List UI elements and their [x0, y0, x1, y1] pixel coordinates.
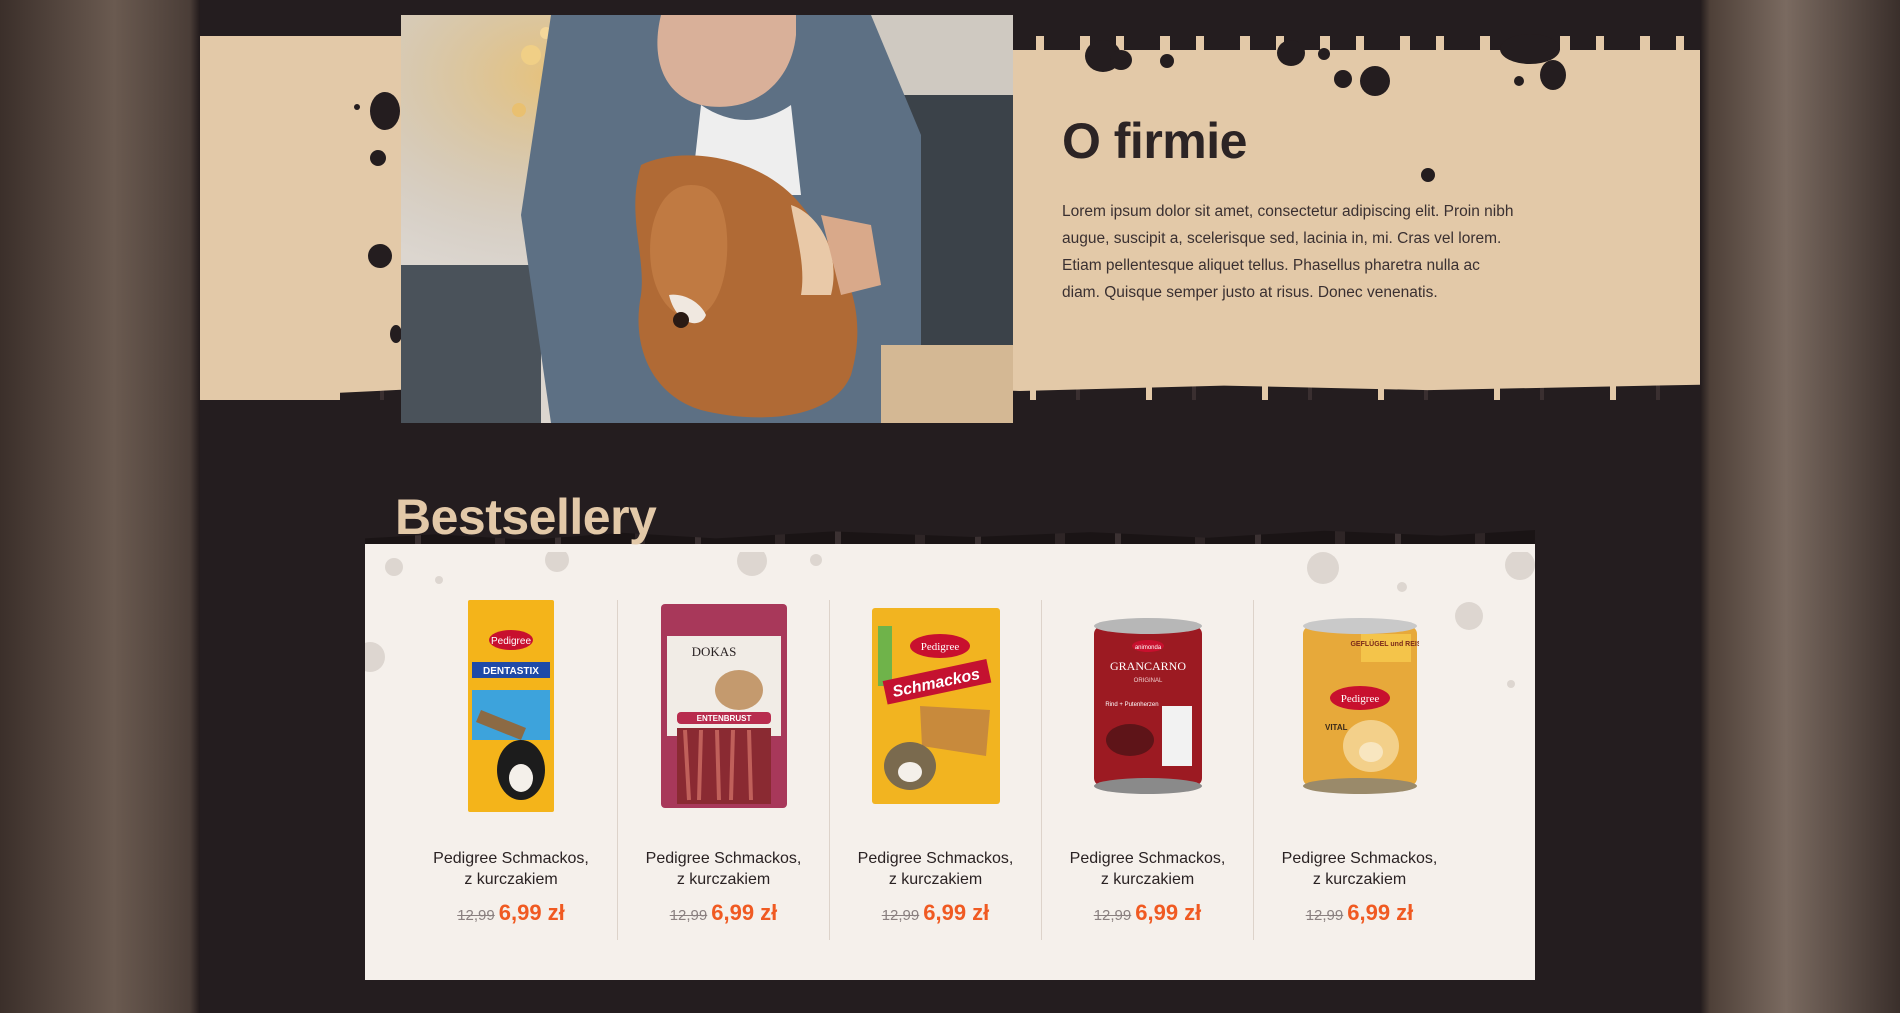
- package-brand: Pedigree: [1340, 693, 1379, 705]
- bestsellers-panel: Pedigree DENTASTIX Pedigree Schmackos, z …: [365, 542, 1535, 980]
- product-name[interactable]: Pedigree Schmackos, z kurczakiem: [1254, 848, 1465, 890]
- ink-splat: [370, 150, 386, 166]
- decor-dot: [435, 576, 443, 584]
- product-image[interactable]: animonda GRANCARNO ORIGINAL Rind + Puten…: [1073, 600, 1223, 812]
- product-card[interactable]: Pedigree DENTASTIX Pedigree Schmackos, z …: [405, 600, 617, 940]
- current-price: 6,99 zł: [498, 900, 565, 925]
- ink-splat: [1277, 40, 1305, 66]
- product-name[interactable]: Pedigree Schmackos, z kurczakiem: [830, 848, 1041, 890]
- package-name: DENTASTIX: [483, 666, 539, 677]
- pedigree-schmackos-package-icon: Pedigree Schmackos: [871, 608, 1000, 804]
- product-list: Pedigree DENTASTIX Pedigree Schmackos, z …: [405, 600, 1465, 940]
- package-sub: ORIGINAL: [1133, 678, 1162, 684]
- current-price: 6,99 zł: [1135, 900, 1202, 925]
- old-price: 12,99: [881, 907, 920, 924]
- product-image[interactable]: GEFLÜGEL und REIS Pedigree VITAL: [1285, 600, 1435, 812]
- package-brand: DOKAS: [691, 644, 736, 659]
- current-price: 6,99 zł: [711, 900, 778, 925]
- decor-dot: [385, 558, 403, 576]
- product-price: 12,99 6,99 zł: [618, 900, 829, 926]
- decor-dot: [1307, 552, 1339, 584]
- about-title: O firmie: [1062, 113, 1247, 169]
- product-card[interactable]: DOKAS ENTENBRUST Pedigree Schmackos, z ku…: [617, 600, 829, 940]
- ink-splat: [368, 244, 392, 268]
- ink-splat: [1110, 50, 1132, 70]
- package-line: VITAL: [1325, 723, 1348, 732]
- ink-splat: [354, 104, 360, 110]
- product-name[interactable]: Pedigree Schmackos, z kurczakiem: [1042, 848, 1253, 890]
- pedigree-dentastix-package-icon: Pedigree DENTASTIX: [468, 600, 554, 812]
- current-price: 6,99 zł: [923, 900, 990, 925]
- decor-dot: [365, 642, 385, 672]
- product-card[interactable]: Pedigree Schmackos Pedigree Schmackos, z …: [829, 600, 1041, 940]
- ink-splat: [1318, 48, 1330, 60]
- package-brand: Pedigree: [920, 641, 959, 653]
- ink-splat: [1160, 54, 1174, 68]
- package-name: GRANCARNO: [1109, 659, 1185, 673]
- ink-splat: [1421, 168, 1435, 182]
- pedigree-vital-can-icon: GEFLÜGEL und REIS Pedigree VITAL: [1302, 618, 1419, 794]
- old-price: 12,99: [669, 907, 708, 924]
- product-price: 12,99 6,99 zł: [1254, 900, 1465, 926]
- product-price: 12,99 6,99 zł: [405, 900, 617, 926]
- product-price: 12,99 6,99 zł: [1042, 900, 1253, 926]
- package-brand: Pedigree: [491, 636, 531, 647]
- ink-splat: [1334, 70, 1352, 88]
- about-photo: [401, 15, 1013, 423]
- product-name[interactable]: Pedigree Schmackos, z kurczakiem: [405, 848, 617, 890]
- product-card[interactable]: GEFLÜGEL und REIS Pedigree VITAL Pedigre…: [1253, 600, 1465, 940]
- ink-splat: [1540, 60, 1566, 90]
- product-image[interactable]: Pedigree Schmackos: [861, 600, 1011, 812]
- decor-dot: [1507, 680, 1515, 688]
- product-price: 12,99 6,99 zł: [830, 900, 1041, 926]
- decor-dot: [1505, 550, 1535, 580]
- product-name[interactable]: Pedigree Schmackos, z kurczakiem: [618, 848, 829, 890]
- old-price: 12,99: [1305, 907, 1344, 924]
- grancarno-can-icon: animonda GRANCARNO ORIGINAL Rind + Puten…: [1093, 618, 1202, 794]
- old-price: 12,99: [457, 907, 495, 924]
- man-hugging-dog-photo: [401, 15, 1013, 423]
- old-price: 12,99: [1093, 907, 1132, 924]
- product-image[interactable]: Pedigree DENTASTIX: [436, 600, 586, 812]
- package-flavor: Rind + Putenherzen: [1105, 702, 1158, 708]
- decor-dot: [810, 554, 822, 566]
- current-price: 6,99 zł: [1347, 900, 1414, 925]
- page: O firmie Lorem ipsum dolor sit amet, con…: [200, 0, 1700, 1013]
- package-name: ENTENBRUST: [696, 714, 751, 723]
- package-brand: animonda: [1134, 645, 1161, 651]
- bestsellers-title: Bestsellery: [395, 489, 657, 545]
- ink-splat: [1360, 66, 1390, 96]
- decor-dot: [1397, 582, 1407, 592]
- about-description: Lorem ipsum dolor sit amet, consectetur …: [1062, 203, 1514, 301]
- ink-splat: [370, 92, 400, 130]
- ink-splat: [1514, 76, 1524, 86]
- product-image[interactable]: DOKAS ENTENBRUST: [649, 600, 799, 812]
- dokas-entenbrust-package-icon: DOKAS ENTENBRUST: [660, 604, 787, 808]
- product-card[interactable]: animonda GRANCARNO ORIGINAL Rind + Puten…: [1041, 600, 1253, 940]
- package-name: GEFLÜGEL und REIS: [1350, 639, 1419, 648]
